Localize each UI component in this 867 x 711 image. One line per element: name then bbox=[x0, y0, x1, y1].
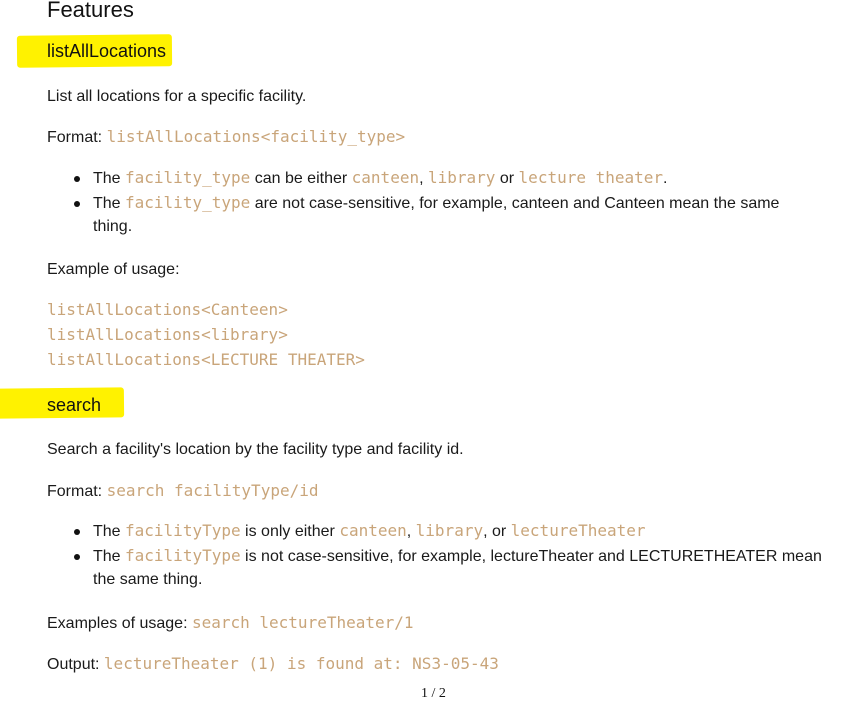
usage-label: Examples of usage: bbox=[47, 615, 192, 632]
bullet-dot bbox=[74, 201, 80, 207]
usage-label: Example of usage: bbox=[47, 261, 180, 278]
section-title-listalllocations: listAllLocations bbox=[47, 41, 167, 61]
text: , or bbox=[483, 523, 511, 540]
text: The bbox=[93, 195, 126, 212]
text: can be either bbox=[250, 170, 352, 187]
output-label: Output: bbox=[47, 656, 104, 673]
list-item: The facility_type can be either canteen,… bbox=[93, 168, 668, 188]
inline-code: lecture theater bbox=[518, 168, 664, 187]
section-description: Search a facility's location by the faci… bbox=[47, 441, 464, 458]
code-example-line: listAllLocations<library> bbox=[47, 325, 288, 344]
text: is not case-sensitive, for example, lect… bbox=[240, 548, 822, 565]
usage-code: search lectureTheater/1 bbox=[191, 613, 414, 632]
inline-code: facility_type bbox=[125, 193, 251, 212]
text: is only either bbox=[240, 523, 340, 540]
list-item: The facilityType is not case-sensitive, … bbox=[93, 546, 822, 566]
bullet-dot bbox=[74, 176, 80, 182]
text: are not case-sensitive, for example, can… bbox=[250, 195, 780, 212]
format-line: Format: listAllLocations<facility_type> bbox=[47, 127, 405, 147]
text: The bbox=[93, 170, 126, 187]
format-label: Format: bbox=[47, 129, 107, 146]
list-item: The facility_type are not case-sensitive… bbox=[93, 193, 779, 213]
inline-code: canteen bbox=[339, 521, 407, 540]
text: , bbox=[406, 523, 416, 540]
section-title-search: search bbox=[47, 395, 102, 415]
list-item-continuation: the same thing. bbox=[93, 571, 203, 588]
text: or bbox=[495, 170, 519, 187]
text: . bbox=[663, 170, 668, 187]
code-example-line: listAllLocations<Canteen> bbox=[47, 300, 288, 319]
code-example-line: listAllLocations<LECTURE THEATER> bbox=[47, 350, 365, 369]
inline-code: facilityType bbox=[125, 521, 241, 540]
inline-code: lectureTheater bbox=[510, 521, 646, 540]
format-line: Format: search facilityType/id bbox=[47, 481, 318, 501]
inline-code: facility_type bbox=[125, 168, 251, 187]
usage-line: Examples of usage: search lectureTheater… bbox=[47, 613, 414, 633]
output-line: Output: lectureTheater (1) is found at: … bbox=[47, 654, 499, 674]
inline-code: canteen bbox=[351, 168, 420, 187]
list-item: The facilityType is only either canteen,… bbox=[93, 521, 646, 541]
page-heading: Features bbox=[47, 0, 134, 22]
section-description: List all locations for a specific facili… bbox=[47, 88, 307, 105]
text: The bbox=[93, 548, 126, 565]
inline-code: facilityType bbox=[125, 546, 241, 565]
output-code: lectureTheater (1) is found at: NS3-05-4… bbox=[103, 654, 499, 673]
text: , bbox=[419, 170, 428, 187]
list-item-continuation: thing. bbox=[93, 218, 133, 235]
text: The bbox=[93, 523, 126, 540]
inline-code: library bbox=[415, 521, 484, 540]
format-label: Format: bbox=[47, 483, 107, 500]
bullet-dot bbox=[74, 554, 80, 560]
bullet-dot bbox=[74, 529, 80, 535]
page-number: 1 / 2 bbox=[421, 686, 446, 701]
format-code: search facilityType/id bbox=[106, 481, 319, 500]
format-code: listAllLocations<facility_type> bbox=[106, 127, 406, 146]
inline-code: library bbox=[427, 168, 496, 187]
